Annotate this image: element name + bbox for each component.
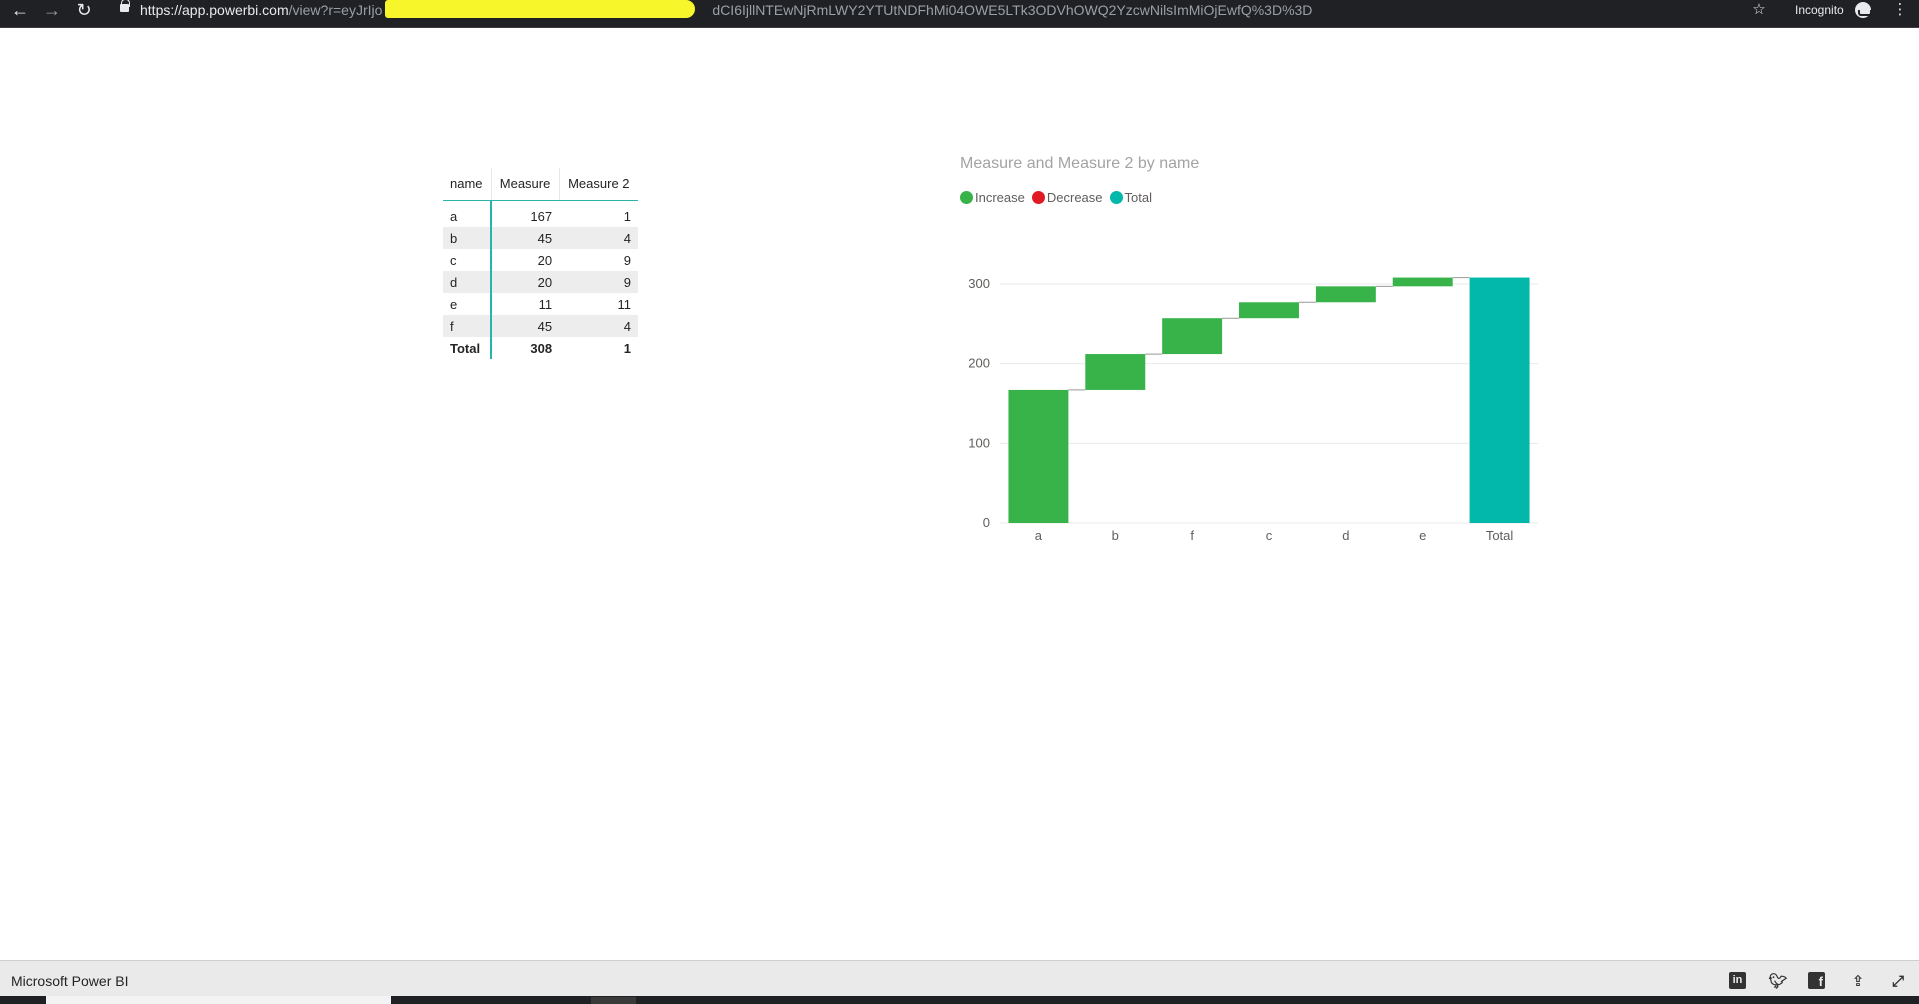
- waterfall-bar[interactable]: [1239, 302, 1299, 319]
- bookmark-star-icon[interactable]: ☆: [1747, 0, 1771, 20]
- url-path: /view?r=eyJrIjo: [288, 2, 383, 18]
- waterfall-bar[interactable]: [1162, 318, 1223, 355]
- table-total-row: Total 308 1: [443, 337, 638, 359]
- x-tick-label: f: [1190, 528, 1194, 543]
- page-tab-active[interactable]: [46, 996, 391, 1004]
- linkedin-icon[interactable]: in: [1729, 972, 1749, 992]
- column-header-measure-2[interactable]: Measure 2: [558, 168, 638, 201]
- cell-measure: 20: [491, 271, 560, 293]
- cell-name: e: [443, 293, 492, 315]
- cell-measure: 167: [530, 208, 553, 224]
- table-header-row: name Measure Measure 2: [443, 168, 638, 201]
- y-tick-label: 300: [968, 276, 990, 291]
- cell-measure-2: 1: [623, 208, 631, 224]
- cell-name: f: [443, 315, 492, 337]
- table-row[interactable]: e 11 11: [443, 293, 638, 315]
- y-tick-label: 200: [968, 356, 990, 371]
- waterfall-bar[interactable]: [1085, 354, 1146, 390]
- address-bar[interactable]: https://app.powerbi.com/view?r=eyJrIjo dC…: [140, 0, 1312, 20]
- waterfall-bar[interactable]: [1392, 277, 1453, 287]
- cell-name: a: [443, 205, 492, 227]
- incognito-icon: [1855, 2, 1872, 18]
- x-tick-label: e: [1419, 528, 1426, 543]
- legend-label: Decrease: [1046, 190, 1103, 205]
- incognito-label: Incognito: [1795, 3, 1844, 17]
- cell-name: d: [443, 271, 492, 293]
- total-measure: 308: [530, 340, 553, 356]
- x-tick-label: d: [1342, 528, 1349, 543]
- forward-arrow-icon[interactable]: →: [40, 0, 64, 20]
- table-row[interactable]: b 45 4: [443, 227, 638, 249]
- x-tick-label: c: [1266, 528, 1273, 543]
- y-tick-label: 0: [983, 515, 990, 530]
- legend-dot-total: [1109, 191, 1123, 204]
- legend-item-total[interactable]: Total: [1109, 190, 1152, 205]
- column-header-measure[interactable]: Measure: [490, 168, 560, 201]
- cell-measure-2: 9: [559, 271, 638, 293]
- lock-icon: [120, 0, 130, 12]
- table-row[interactable]: a 167 1: [443, 205, 638, 227]
- cell-measure: 20: [537, 252, 553, 268]
- url-path-end: dCI6IjllNTEwNjRmLWY2YTUtNDFhMi04OWE5LTk3…: [712, 2, 1313, 18]
- fullscreen-icon[interactable]: ⤢: [1888, 972, 1908, 992]
- chart-title: Measure and Measure 2 by name: [960, 155, 1200, 172]
- browser-toolbar: ← → ↻ https://app.powerbi.com/view?r=eyJ…: [0, 0, 1919, 28]
- table-row[interactable]: f 45 4: [443, 315, 638, 337]
- back-arrow-icon[interactable]: ←: [8, 0, 32, 20]
- url-host: https://app.powerbi.com: [140, 2, 289, 18]
- twitter-icon[interactable]: 🐦︎: [1768, 972, 1788, 992]
- waterfall-chart-visual[interactable]: 0 100 200 300 a b f c d e Total Measure and Measur…: [955, 150, 1555, 550]
- y-tick-label: 100: [968, 435, 990, 450]
- waterfall-bar[interactable]: [1315, 286, 1376, 303]
- legend-label: Total: [1124, 190, 1152, 205]
- legend-item-increase[interactable]: Increase: [960, 190, 1025, 205]
- chart-legend: Increase Decrease Total: [960, 190, 1152, 205]
- column-header-name[interactable]: name: [443, 168, 491, 201]
- cell-measure-2: 4: [559, 227, 638, 249]
- table-visual[interactable]: name Measure Measure 2 a 167 1 b 45 4 c …: [443, 168, 638, 359]
- cell-measure: 11: [538, 296, 553, 312]
- page-tab[interactable]: [591, 997, 636, 1004]
- cell-measure-2: 4: [559, 315, 638, 337]
- legend-dot-decrease: [1031, 191, 1045, 204]
- x-tick-label: b: [1112, 528, 1119, 543]
- brand-label[interactable]: Microsoft Power BI: [11, 973, 128, 989]
- waterfall-bar[interactable]: [1008, 389, 1069, 523]
- chart-plot: 0 100 200 300 a b f c d e Total: [968, 276, 1538, 543]
- waterfall-bar[interactable]: [1469, 277, 1530, 523]
- data-table: name Measure Measure 2 a 167 1 b 45 4 c …: [443, 168, 638, 359]
- share-icon[interactable]: ⇪: [1848, 972, 1868, 992]
- table-row[interactable]: c 20 9: [443, 249, 638, 271]
- facebook-icon[interactable]: f: [1808, 972, 1828, 992]
- total-measure-2: 1: [623, 340, 631, 356]
- cell-measure: 45: [491, 315, 560, 337]
- redaction-mark: [385, 0, 695, 18]
- cell-measure: 45: [491, 227, 560, 249]
- table-row[interactable]: d 20 9: [443, 271, 638, 293]
- cell-name: b: [443, 227, 492, 249]
- kebab-menu-icon[interactable]: ⋮: [1888, 0, 1912, 20]
- cell-measure-2: 11: [617, 296, 632, 312]
- reload-icon[interactable]: ↻: [72, 0, 96, 20]
- x-tick-label: a: [1035, 528, 1043, 543]
- legend-label: Increase: [975, 190, 1025, 205]
- legend-item-decrease[interactable]: Decrease: [1031, 190, 1103, 205]
- legend-dot-increase: [960, 191, 973, 204]
- cell-measure-2: 9: [623, 252, 631, 268]
- total-label: Total: [443, 337, 492, 359]
- cell-name: c: [443, 249, 492, 271]
- x-tick-label: Total: [1486, 528, 1514, 543]
